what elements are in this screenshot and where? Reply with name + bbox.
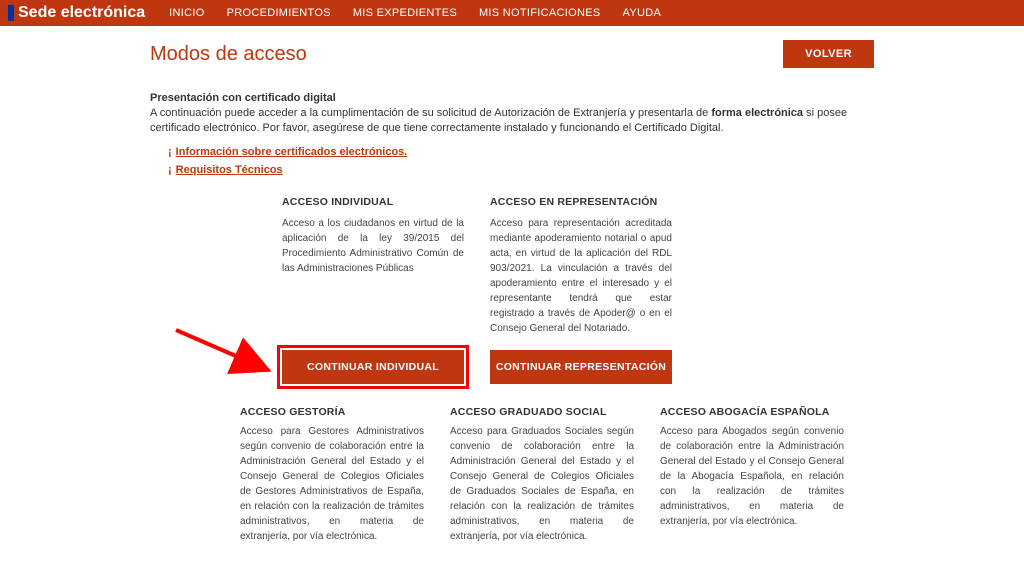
help-link-list: ¡ Información sobre certificados electrón… [168, 146, 874, 176]
text-acceso-abogacia: Acceso para Abogados según convenio de c… [660, 424, 844, 529]
nav-procedimientos[interactable]: PROCEDIMIENTOS [227, 7, 331, 19]
text-acceso-graduado-social: Acceso para Graduados Sociales según con… [450, 424, 634, 544]
intro-body: A continuación puede acceder a la cumpli… [150, 106, 874, 136]
heading-acceso-gestoria: ACCESO GESTORÍA [240, 406, 424, 418]
continuar-individual-button[interactable]: CONTINUAR INDIVIDUAL [282, 350, 464, 384]
intro-body-pre: A continuación puede acceder a la cumpli… [150, 107, 711, 119]
volver-button[interactable]: VOLVER [783, 40, 874, 68]
col-acceso-gestoria: ACCESO GESTORÍA Acceso para Gestores Adm… [240, 406, 424, 544]
col-acceso-abogacia: ACCESO ABOGACÍA ESPAÑOLA Acceso para Abo… [660, 406, 844, 544]
access-modes-bottom-row: ACCESO GESTORÍA Acceso para Gestores Adm… [240, 406, 874, 544]
intro-block: Presentación con certificado digital A c… [150, 92, 874, 136]
text-acceso-individual: Acceso a los ciudadanos en virtud de la … [282, 216, 464, 276]
nav-mis-expedientes[interactable]: MIS EXPEDIENTES [353, 7, 457, 19]
col-acceso-representacion: ACCESO EN REPRESENTACIÓN Acceso para rep… [490, 196, 672, 336]
nav-inicio[interactable]: INICIO [169, 7, 204, 19]
nav-ayuda[interactable]: AYUDA [623, 7, 662, 19]
info-icon: ¡ [168, 164, 172, 176]
text-acceso-representacion: Acceso para representación acreditada me… [490, 216, 672, 336]
main-nav: INICIO PROCEDIMIENTOS MIS EXPEDIENTES MI… [169, 7, 661, 19]
heading-acceso-graduado-social: ACCESO GRADUADO SOCIAL [450, 406, 634, 418]
link-certificados[interactable]: Información sobre certificados electróni… [176, 146, 408, 158]
col-acceso-individual: ACCESO INDIVIDUAL Acceso a los ciudadano… [282, 196, 464, 336]
brand-text: Sede electrónica [18, 4, 145, 21]
link-requisitos[interactable]: Requisitos Técnicos [176, 164, 283, 176]
intro-body-em: forma electrónica [711, 107, 803, 119]
page-title: Modos de acceso [150, 43, 307, 66]
nav-mis-notificaciones[interactable]: MIS NOTIFICACIONES [479, 7, 601, 19]
heading-acceso-individual: ACCESO INDIVIDUAL [282, 196, 464, 208]
access-modes-top-row: ACCESO INDIVIDUAL Acceso a los ciudadano… [282, 196, 874, 336]
continuar-representacion-button[interactable]: CONTINUAR REPRESENTACIÓN [490, 350, 672, 384]
arrow-annotation-icon [172, 326, 282, 386]
heading-acceso-abogacia: ACCESO ABOGACÍA ESPAÑOLA [660, 406, 844, 418]
intro-heading: Presentación con certificado digital [150, 92, 874, 104]
brand-accent-icon [8, 5, 14, 21]
text-acceso-gestoria: Acceso para Gestores Administrativos seg… [240, 424, 424, 544]
continue-buttons-row: CONTINUAR INDIVIDUAL CONTINUAR REPRESENT… [282, 350, 874, 384]
heading-acceso-representacion: ACCESO EN REPRESENTACIÓN [490, 196, 672, 208]
top-navbar: Sede electrónica INICIO PROCEDIMIENTOS M… [0, 0, 1024, 26]
info-icon: ¡ [168, 146, 172, 158]
col-acceso-graduado-social: ACCESO GRADUADO SOCIAL Acceso para Gradu… [450, 406, 634, 544]
site-brand: Sede electrónica [8, 4, 145, 22]
